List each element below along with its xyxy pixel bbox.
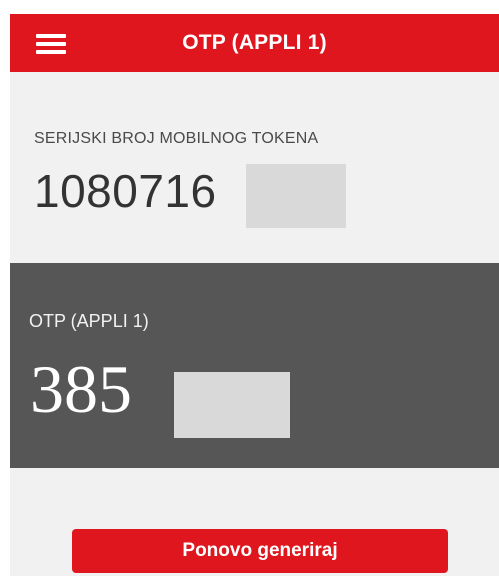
serial-number-label: SERIJSKI BROJ MOBILNOG TOKENA — [34, 130, 319, 147]
redaction-box — [174, 372, 290, 438]
app-screen: OTP (APPLI 1) SERIJSKI BROJ MOBILNOG TOK… — [0, 0, 499, 576]
serial-number-value: 1080716 — [34, 165, 217, 217]
otp-label: OTP (APPLI 1) — [29, 311, 149, 331]
otp-code: 385 — [30, 351, 132, 427]
app-header: OTP (APPLI 1) — [10, 14, 499, 72]
page-title: OTP (APPLI 1) — [182, 31, 327, 54]
redaction-box — [246, 164, 346, 228]
main-content: SERIJSKI BROJ MOBILNOG TOKENA 1080716 OT… — [10, 72, 499, 576]
regenerate-button[interactable]: Ponovo generiraj — [72, 529, 448, 573]
